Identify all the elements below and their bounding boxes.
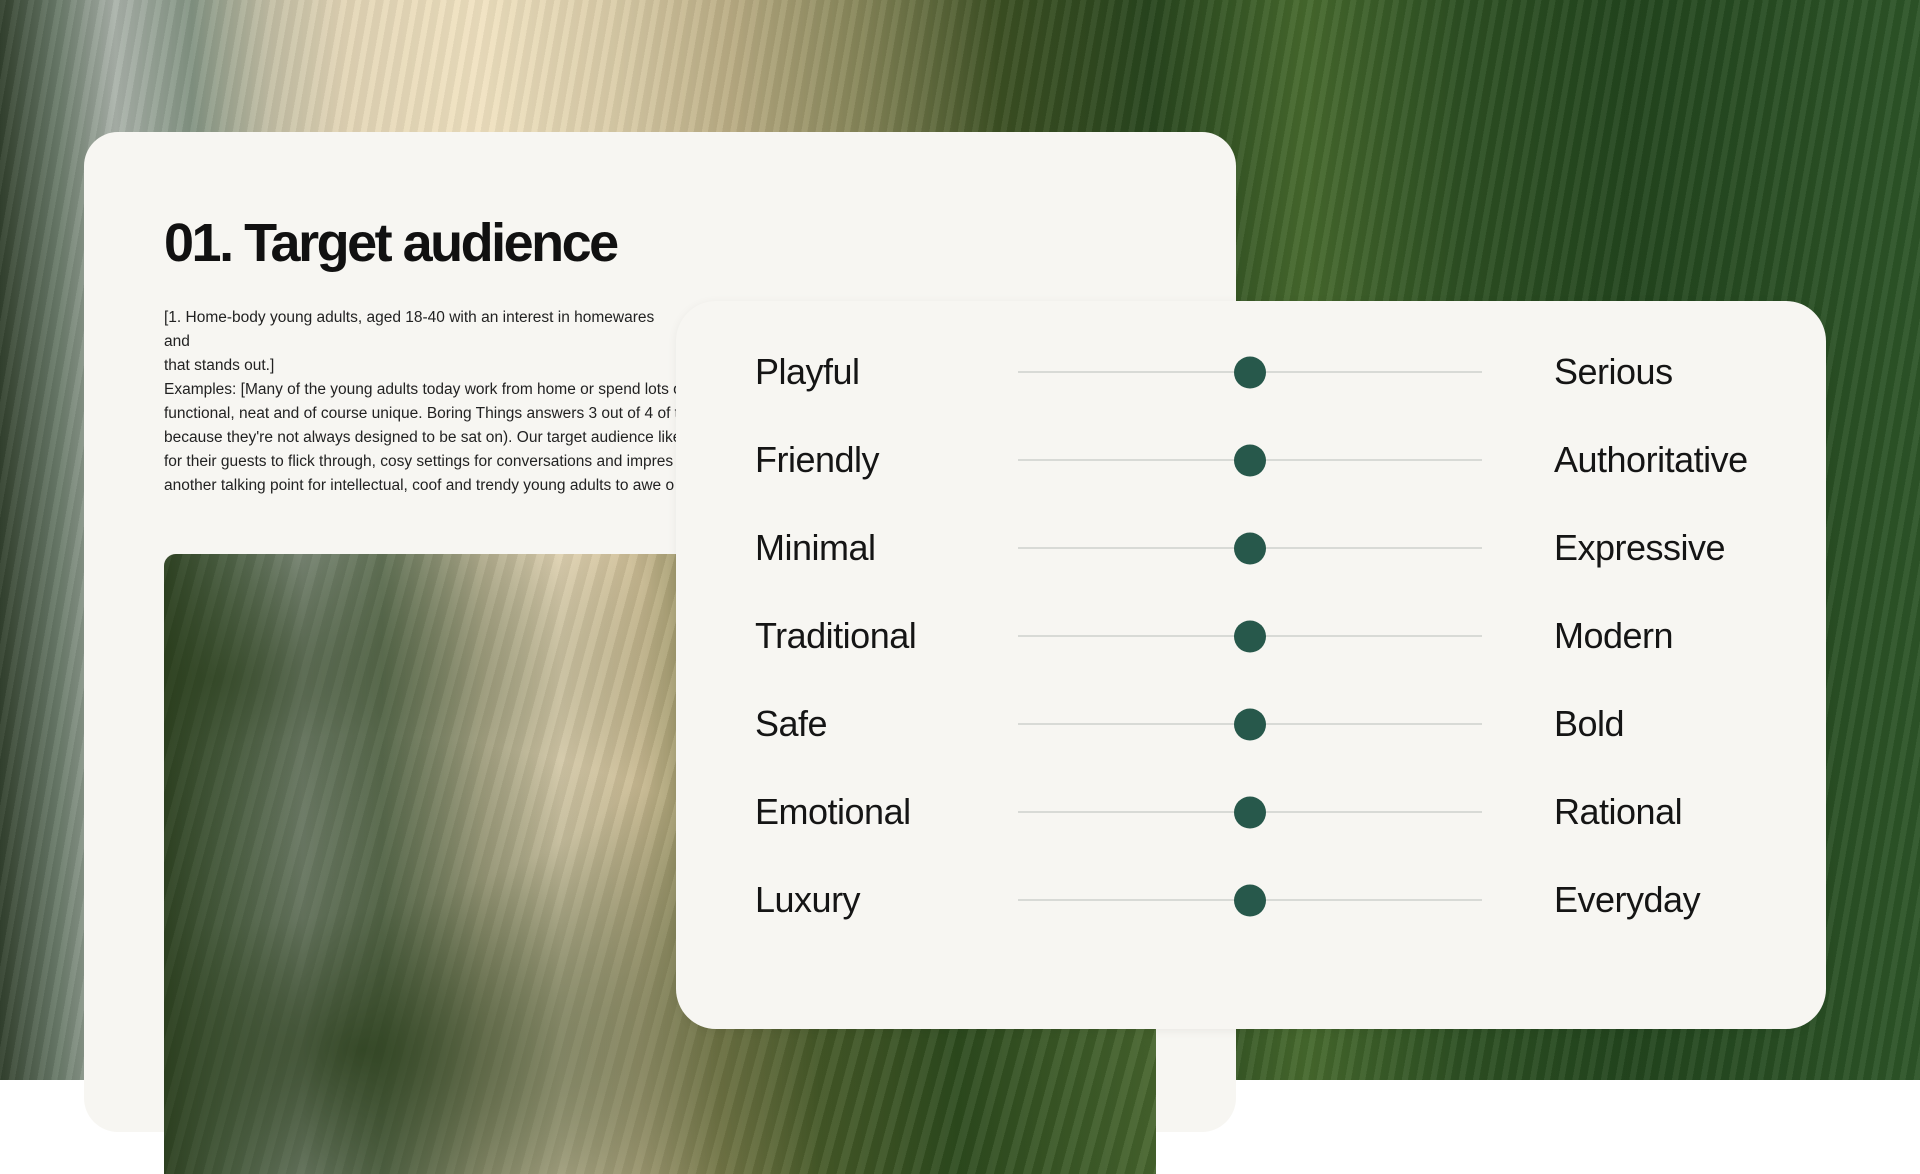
scale-right-label: Everyday bbox=[1554, 879, 1701, 920]
scale-right-label: Modern bbox=[1554, 615, 1674, 656]
tone-scale-row: Friendly Authoritative bbox=[676, 430, 1826, 490]
scale-track[interactable] bbox=[1018, 356, 1482, 388]
scale-track[interactable] bbox=[1018, 620, 1482, 652]
scale-right-label: Serious bbox=[1554, 351, 1673, 392]
scale-left-label: Friendly bbox=[755, 439, 880, 480]
scale-slider-knob[interactable] bbox=[1234, 444, 1266, 476]
page-title: 01. Target audience bbox=[164, 213, 619, 273]
scale-left-label: Safe bbox=[755, 703, 828, 744]
scale-right-label: Authoritative bbox=[1554, 439, 1748, 480]
scale-right-label: Rational bbox=[1554, 791, 1683, 832]
scale-track[interactable] bbox=[1018, 444, 1482, 476]
scale-left-label: Emotional bbox=[755, 791, 911, 832]
audience-description-line-1: [1. Home-body young adults, aged 18-40 w… bbox=[164, 309, 655, 350]
scale-slider-knob[interactable] bbox=[1234, 708, 1266, 740]
scale-left-label: Traditional bbox=[755, 615, 917, 656]
scale-right-label: Expressive bbox=[1554, 527, 1726, 568]
examples-line: another talking point for intellectual, … bbox=[164, 477, 675, 494]
tone-scale-row: Minimal Expressive bbox=[676, 518, 1826, 578]
scale-slider-knob[interactable] bbox=[1234, 356, 1266, 388]
scale-left-label: Minimal bbox=[755, 527, 876, 568]
examples-line: Examples: [Many of the young adults toda… bbox=[164, 381, 682, 398]
scale-slider-knob[interactable] bbox=[1234, 884, 1266, 916]
audience-description: [1. Home-body young adults, aged 18-40 w… bbox=[164, 306, 684, 378]
scale-track[interactable] bbox=[1018, 708, 1482, 740]
scale-left-label: Luxury bbox=[755, 879, 861, 920]
examples-line: functional, neat and of course unique. B… bbox=[164, 405, 679, 422]
tone-of-voice-card: Playful Serious Friendly Authoritative M… bbox=[676, 301, 1826, 1029]
tone-scale-row: Luxury Everyday bbox=[676, 870, 1826, 930]
scale-right-label: Bold bbox=[1554, 703, 1625, 744]
scale-track[interactable] bbox=[1018, 884, 1482, 916]
scale-left-label: Playful bbox=[755, 351, 860, 392]
examples-line: for their guests to flick through, cosy … bbox=[164, 453, 674, 470]
tone-scale-row: Emotional Rational bbox=[676, 782, 1826, 842]
audience-description-line-2: that stands out.] bbox=[164, 357, 275, 374]
audience-examples: Examples: [Many of the young adults toda… bbox=[164, 378, 684, 498]
tone-scale-row: Traditional Modern bbox=[676, 606, 1826, 666]
scale-slider-knob[interactable] bbox=[1234, 620, 1266, 652]
tone-scale-row: Playful Serious bbox=[676, 342, 1826, 402]
scale-track[interactable] bbox=[1018, 796, 1482, 828]
scale-slider-knob[interactable] bbox=[1234, 532, 1266, 564]
scale-slider-knob[interactable] bbox=[1234, 796, 1266, 828]
tone-scale-row: Safe Bold bbox=[676, 694, 1826, 754]
scale-track[interactable] bbox=[1018, 532, 1482, 564]
examples-line: because they're not always designed to b… bbox=[164, 429, 682, 446]
